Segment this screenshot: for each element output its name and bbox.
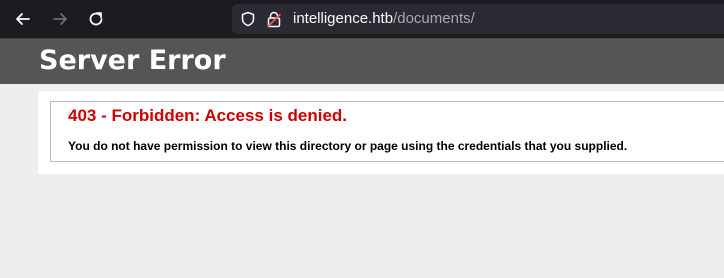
forward-icon — [53, 13, 67, 25]
url-host: intelligence.htb — [293, 10, 394, 27]
address-bar[interactable]: intelligence.htb/documents/ — [232, 4, 724, 34]
forward-button[interactable] — [46, 5, 74, 33]
error-box: 403 - Forbidden: Access is denied. You d… — [50, 101, 724, 162]
insecure-lock-icon[interactable] — [266, 11, 282, 28]
error-content: 403 - Forbidden: Access is denied. You d… — [38, 91, 724, 174]
error-title: 403 - Forbidden: Access is denied. — [68, 106, 348, 125]
url-text[interactable]: intelligence.htb/documents/ — [293, 10, 475, 27]
browser-toolbar: intelligence.htb/documents/ — [0, 0, 724, 38]
reload-button[interactable] — [82, 5, 110, 33]
shield-icon[interactable] — [240, 11, 256, 27]
back-icon — [16, 13, 30, 25]
error-message: You do not have permission to view this … — [68, 139, 628, 153]
url-path: /documents/ — [393, 10, 475, 27]
page-title: Server Error — [39, 45, 226, 76]
reload-icon — [89, 12, 103, 26]
back-button[interactable] — [9, 5, 37, 33]
error-header: Server Error — [0, 38, 724, 84]
